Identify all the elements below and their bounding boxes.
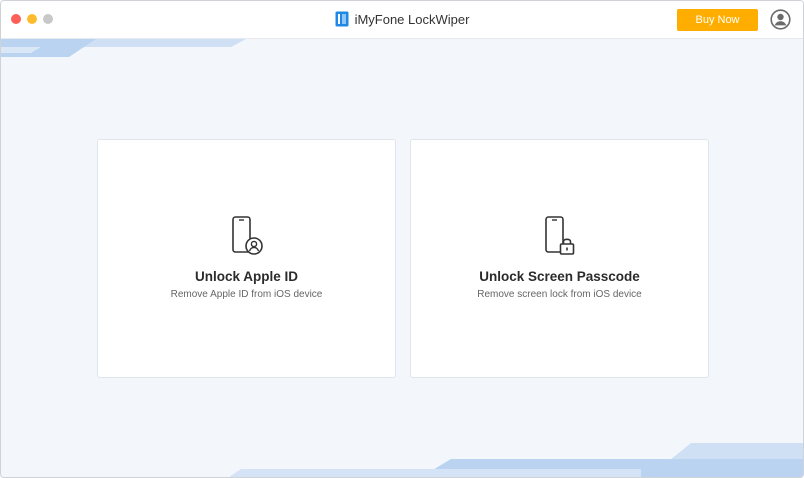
app-window: iMyFone LockWiper Buy Now Unlock Apple I… [0, 0, 804, 478]
title-bar: iMyFone LockWiper Buy Now [1, 1, 803, 39]
option-subtitle: Remove screen lock from iOS device [477, 289, 642, 300]
phone-person-icon [231, 216, 263, 255]
option-subtitle: Remove Apple ID from iOS device [170, 289, 323, 300]
option-title: Unlock Apple ID [194, 269, 298, 284]
app-title-text: iMyFone LockWiper [354, 11, 470, 27]
buy-now-button[interactable]: Buy Now [677, 9, 758, 31]
unlock-apple-id-card[interactable]: Unlock Apple ID Remove Apple ID from iOS… [97, 139, 396, 378]
option-title: Unlock Screen Passcode [479, 269, 640, 284]
user-account-icon[interactable] [770, 9, 791, 30]
lockwiper-logo-icon [335, 11, 349, 27]
unlock-screen-passcode-card[interactable]: Unlock Screen Passcode Remove screen loc… [410, 139, 709, 378]
phone-lock-icon [544, 216, 574, 255]
